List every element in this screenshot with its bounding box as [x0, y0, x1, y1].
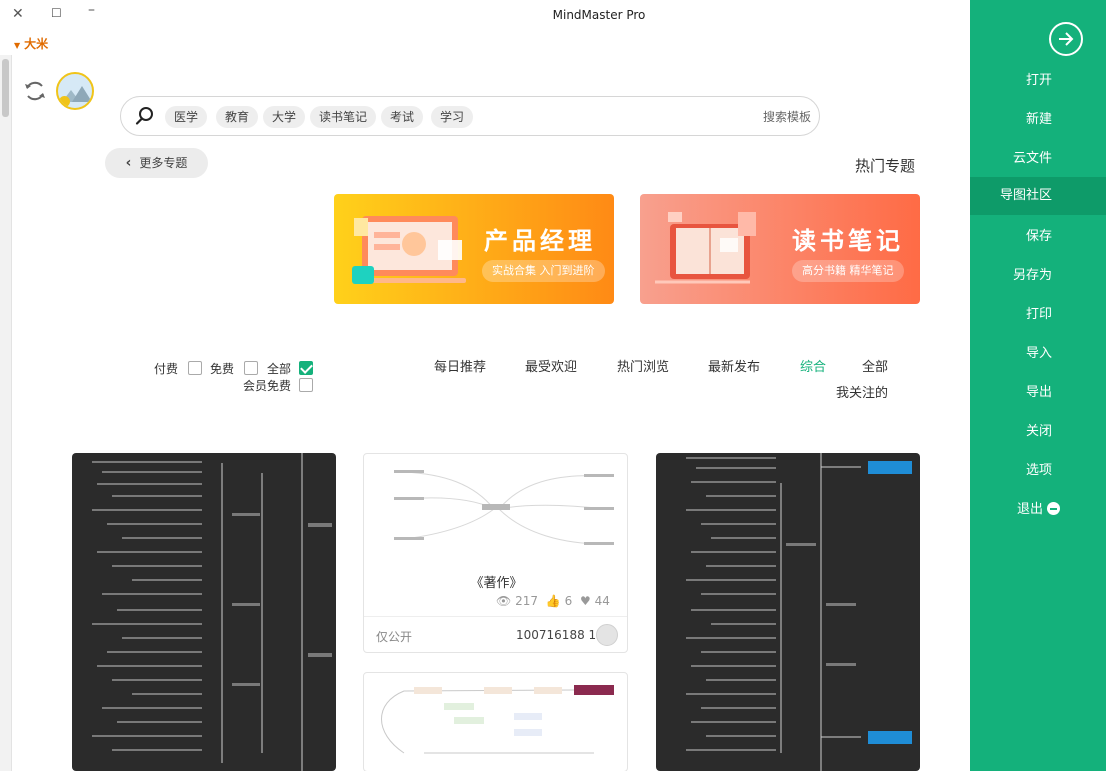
template-card-right[interactable] [656, 453, 920, 771]
search-tag[interactable]: 读书笔记 [310, 106, 377, 128]
filter-paid-checkbox[interactable] [188, 361, 202, 375]
tab-latest[interactable]: 最新发布 [708, 356, 760, 375]
filter-all-checkbox[interactable] [299, 361, 313, 375]
author-avatar[interactable] [596, 624, 618, 646]
search-tag[interactable]: 学习 [431, 106, 474, 128]
sidebar-item-save[interactable]: 保存 [970, 218, 1106, 256]
author-id[interactable]: 100716188 1 [516, 628, 596, 642]
sidebar-item-new[interactable]: 新建 [970, 101, 1106, 139]
sidebar-item-print[interactable]: 打印 [970, 296, 1106, 334]
banner-subtitle: 高分书籍 精华笔记 [792, 260, 904, 282]
banner-product-manager[interactable]: 产品经理 实战合集 入门到进阶 [334, 194, 614, 304]
heart-icon: ♥ [580, 594, 591, 608]
filter-paid-label[interactable]: 付费 [154, 360, 178, 377]
vip-badge-icon [59, 96, 70, 107]
sidebar-item-export[interactable]: 导出 [970, 374, 1106, 412]
template-card-middle-2[interactable] [363, 672, 628, 771]
mindmap-thumbnail [394, 470, 614, 545]
font-size-dropdown[interactable]: ▼ 大米 [14, 35, 48, 52]
laptop-illustration-icon [352, 216, 466, 284]
template-card-middle[interactable]: 《著作》 👁 217 👍 6 ♥ 44 100716188 1 仅公开 [363, 453, 628, 653]
search-tag[interactable]: 教育 [216, 106, 259, 128]
exit-icon [1047, 502, 1060, 515]
banner-reading-notes[interactable]: 读书笔记 高分书籍 精华笔记 [640, 194, 920, 304]
sidebar-item-label: 退出 [1016, 502, 1043, 517]
sidebar-item-cloud-files[interactable]: 云文件 [970, 140, 1106, 178]
sidebar-item-community[interactable]: 导图社区 [970, 177, 1106, 215]
avatar[interactable] [56, 72, 94, 110]
banner-subtitle: 实战合集 入门到进阶 [482, 260, 605, 282]
window-title: MindMaster Pro [552, 8, 646, 22]
book-illustration-icon [655, 212, 756, 284]
favorites-count: 44 [594, 594, 610, 608]
filter-free-checkbox[interactable] [244, 361, 258, 375]
tab-daily-recommend[interactable]: 每日推荐 [434, 356, 486, 375]
title-bar: ✕ ☐ – MindMaster Pro [0, 0, 970, 30]
tab-all[interactable]: 全部 [862, 356, 888, 375]
scrollbar[interactable] [0, 55, 12, 771]
filter-all-label[interactable]: 全部 [267, 360, 291, 377]
chevron-left-icon: ‹ [125, 155, 132, 171]
tab-hot-views[interactable]: 热门浏览 [617, 356, 669, 375]
divider [364, 616, 627, 617]
search-icon[interactable] [135, 106, 155, 126]
tab-comprehensive[interactable]: 综合 [800, 356, 826, 375]
more-topics-button[interactable]: ‹ 更多专题 [105, 148, 208, 178]
more-topics-label: 更多专题 [139, 156, 188, 170]
template-card-left[interactable] [72, 453, 336, 771]
search-tag[interactable]: 考试 [381, 106, 424, 128]
search-bar[interactable]: 医学 教育 大学 读书笔记 考试 学习 搜索模板 [120, 96, 820, 136]
sidebar-item-close[interactable]: 关闭 [970, 413, 1106, 451]
banner-title: 读书笔记 [792, 227, 904, 255]
eye-icon: 👁 [496, 594, 512, 608]
likes-count: 6 [564, 594, 573, 608]
caret-down-icon: ▼ [14, 41, 21, 50]
filter-member-free-checkbox[interactable] [299, 378, 313, 392]
sidebar-item-import[interactable]: 导入 [970, 335, 1106, 373]
search-tag[interactable]: 医学 [165, 106, 208, 128]
thumb-icon: 👍 [545, 594, 561, 608]
sidebar-item-exit[interactable]: 退出 [970, 491, 1106, 529]
card-title: 《著作》 [470, 576, 523, 591]
tab-most-popular[interactable]: 最受欢迎 [525, 356, 577, 375]
card-stats: 👁 217 👍 6 ♥ 44 [496, 594, 610, 608]
filter-member-free-label[interactable]: 会员免费 [243, 377, 291, 394]
search-placeholder[interactable]: 搜索模板 [763, 108, 811, 125]
scrollbar-thumb[interactable] [2, 59, 9, 117]
mindmap-thumbnail [381, 685, 614, 754]
card-visibility: 仅公开 [376, 630, 413, 644]
filter-free-label[interactable]: 免费 [210, 360, 234, 377]
tab-following[interactable]: 我关注的 [836, 382, 888, 401]
search-tag[interactable]: 大学 [263, 106, 306, 128]
banner-title: 产品经理 [484, 227, 596, 255]
refresh-icon[interactable] [22, 78, 48, 104]
back-arrow-icon[interactable] [1049, 22, 1083, 56]
sidebar-item-save-as[interactable]: 另存为 [970, 257, 1106, 295]
mindmap-thumbnail [92, 453, 332, 771]
section-title: 热门专题 [855, 157, 916, 175]
views-count: 217 [515, 594, 538, 608]
sidebar: 打开 新建 云文件 导图社区 保存 另存为 打印 导入 导出 关闭 选项 退出 [970, 0, 1106, 771]
avatar-mountain-icon [72, 86, 92, 102]
font-size-label: 大米 [24, 37, 49, 51]
sidebar-item-options[interactable]: 选项 [970, 452, 1106, 490]
sidebar-item-open[interactable]: 打开 [970, 62, 1106, 100]
mindmap-thumbnail [686, 453, 912, 771]
